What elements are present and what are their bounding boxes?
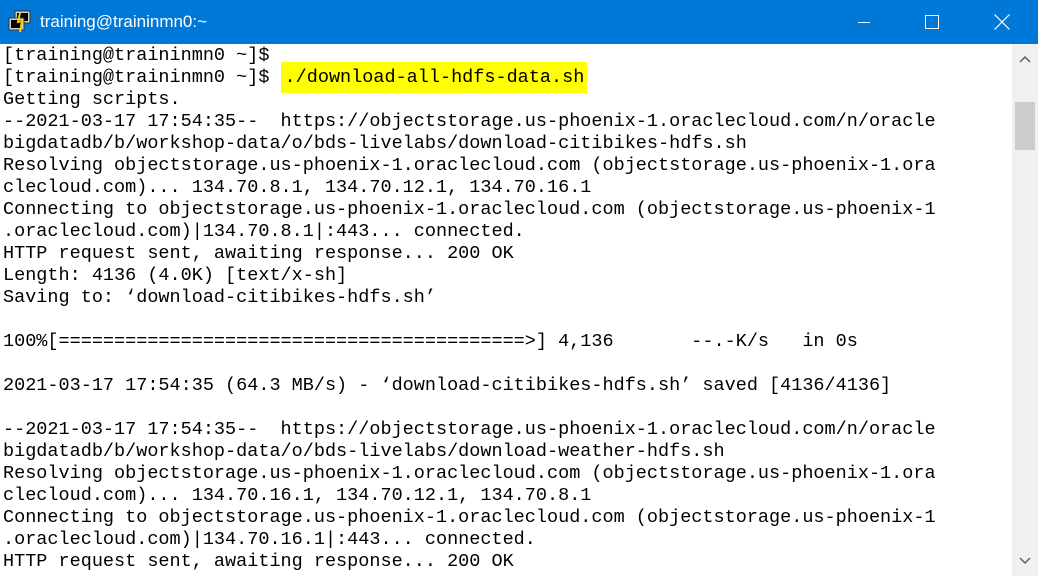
maximize-icon: [925, 15, 939, 29]
shell-prompt: [training@traininmn0 ~]$: [3, 67, 281, 88]
terminal-line: --2021-03-17 17:54:35-- https://objectst…: [3, 111, 936, 132]
close-icon: [994, 14, 1010, 30]
window-title: training@traininmn0:~: [40, 12, 208, 31]
minimize-button[interactable]: [830, 0, 898, 44]
putty-terminal-icon[interactable]: [8, 10, 32, 34]
terminal-line: [training@traininmn0 ~]$: [3, 45, 270, 66]
title-bar[interactable]: training@traininmn0:~: [0, 0, 1038, 44]
terminal-line: Resolving objectstorage.us-phoenix-1.ora…: [3, 155, 936, 176]
terminal-line: clecloud.com)... 134.70.16.1, 134.70.12.…: [3, 485, 592, 506]
terminal-line: Saving to: ‘download-citibikes-hdfs.sh’: [3, 287, 436, 308]
vertical-scrollbar[interactable]: [1012, 44, 1038, 576]
terminal-line-progress: 100%[===================================…: [3, 331, 858, 352]
terminal-window: training@traininmn0:~ [training@traininm…: [0, 0, 1038, 576]
terminal-line-command: [training@traininmn0 ~]$ ./download-all-…: [3, 62, 588, 93]
scroll-down-button[interactable]: [1012, 546, 1038, 576]
terminal-line: bigdatadb/b/workshop-data/o/bds-livelabs…: [3, 133, 747, 154]
scroll-up-button[interactable]: [1012, 44, 1038, 74]
terminal-line: bigdatadb/b/workshop-data/o/bds-livelabs…: [3, 441, 725, 462]
terminal-line: Getting scripts.: [3, 89, 181, 110]
terminal-line: Connecting to objectstorage.us-phoenix-1…: [3, 199, 936, 220]
scrollbar-thumb[interactable]: [1015, 102, 1035, 150]
maximize-button[interactable]: [898, 0, 966, 44]
terminal-line: .oraclecloud.com)|134.70.16.1|:443... co…: [3, 529, 536, 550]
terminal-line: HTTP request sent, awaiting response... …: [3, 551, 514, 572]
terminal-line: Connecting to objectstorage.us-phoenix-1…: [3, 507, 936, 528]
terminal-output[interactable]: [training@traininmn0 ~]$ [training@train…: [0, 44, 1012, 576]
terminal-line: Length: 4136 (4.0K) [text/x-sh]: [3, 265, 348, 286]
close-button[interactable]: [966, 0, 1038, 44]
scroll-down-arrow-icon: [1019, 557, 1031, 565]
terminal-line: .oraclecloud.com)|134.70.8.1|:443... con…: [3, 221, 525, 242]
terminal-line: --2021-03-17 17:54:35-- https://objectst…: [3, 419, 936, 440]
scroll-up-arrow-icon: [1019, 55, 1031, 63]
terminal-line: Resolving objectstorage.us-phoenix-1.ora…: [3, 463, 936, 484]
minimize-icon: [858, 22, 870, 23]
terminal-line: HTTP request sent, awaiting response... …: [3, 243, 514, 264]
terminal-line: 2021-03-17 17:54:35 (64.3 MB/s) - ‘downl…: [3, 375, 892, 396]
highlighted-command: ./download-all-hdfs-data.sh: [280, 62, 588, 93]
terminal-line: clecloud.com)... 134.70.8.1, 134.70.12.1…: [3, 177, 592, 198]
